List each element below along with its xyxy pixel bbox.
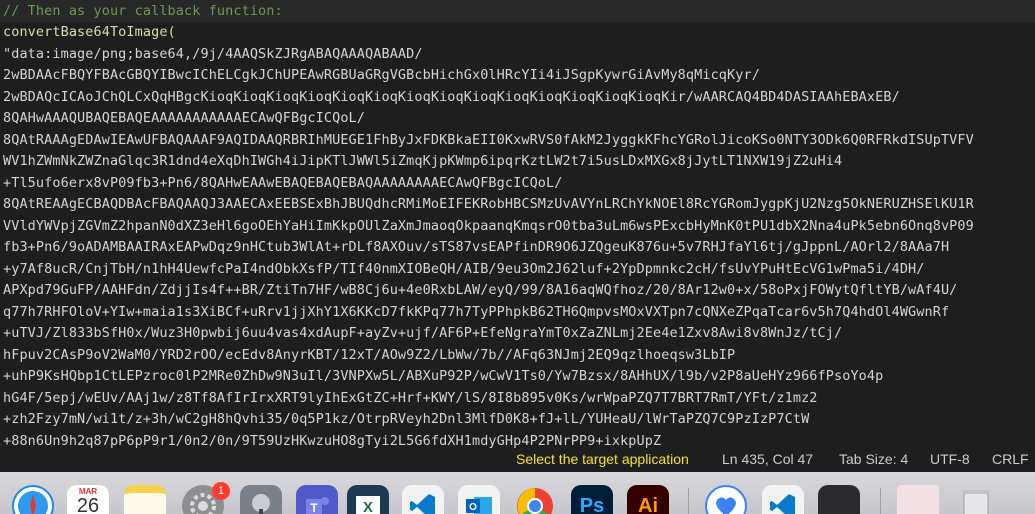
code-line: 8QAtREAAgECBAQDBAcFBAQAAQJ3AAECAxEEBSExB…	[3, 196, 974, 212]
terminal-icon[interactable]	[818, 485, 860, 514]
vscode-icon-2[interactable]	[762, 485, 804, 514]
encoding[interactable]: UTF-8	[930, 451, 970, 467]
code-line: +88n6Un9h2q87pP6pP9r1/0n2/0n/9T59UzHKwzu…	[3, 432, 662, 449]
health-app-icon[interactable]	[705, 485, 747, 514]
automator-icon[interactable]	[240, 485, 282, 514]
code-line: +Tl5ufo6erx8vP09fb3+Pn6/8QAHwEAAwEBAQEBA…	[3, 174, 563, 191]
code-line: APXpd79GuFP/AAHFdn/ZdjjIs4f++BR/ZtiTn7HF…	[3, 282, 958, 298]
code-line: hFpuv2CAsP9oV2WaM0/YRD2rOO/ecEdv8AnyrKBT…	[3, 346, 736, 363]
code-line: 2wBDAQcICAoJChQLCxQqHBgcKioqKioqKioqKioq…	[3, 88, 900, 105]
illustrator-icon[interactable]: Ai	[627, 485, 669, 514]
svg-text:T: T	[310, 501, 318, 514]
tab-size[interactable]: Tab Size: 4	[839, 451, 908, 467]
code-editor[interactable]: // Then as your callback function: conve…	[0, 0, 1035, 448]
calendar-icon[interactable]: MAR 26	[67, 485, 109, 514]
document-icon[interactable]	[897, 485, 939, 514]
dock: MAR 26 1 T X O Ps Ai	[0, 472, 1035, 514]
chrome-icon[interactable]	[514, 485, 556, 514]
notes-icon[interactable]	[124, 485, 166, 514]
line-ending[interactable]: CRLF	[992, 451, 1029, 467]
code-line: "data:image/png;base64,/9j/4AAQSkZJRgABA…	[3, 45, 423, 62]
code-line: hG4F/5epj/wEUv/AAj1w/z8Tf8AfIrIrxXRT9lyI…	[3, 389, 818, 406]
code-line: q77h7RHFOloV+YIw+maia1s3XiBCf+uRrv1jjXhY…	[3, 303, 950, 320]
code-line: VVldYWVpjZGVmZ2hpanN0dXZ3eHl6goOEhYaHiIm…	[3, 217, 974, 234]
code-line: +y7Af8ucR/CnjTbH/n1hH4UewfcPaI4ndObkXsfP…	[3, 260, 925, 277]
code-line: 8QAHwAAAQUBAQEBAQEAAAAAAAAAAAECAwQFBgcIC…	[3, 110, 366, 126]
code-line: 8QAtRAAAgEDAwIEAwUFBAQAAAF9AQIDAAQRBRIhM…	[3, 131, 974, 148]
code-line: +uTVJ/Zl833bSfH0x/Wuz3H0pwbij6uu4vas4xdA…	[3, 325, 843, 341]
code-line: convertBase64ToImage(	[3, 24, 176, 40]
teams-icon[interactable]: T	[296, 485, 338, 514]
photoshop-icon[interactable]: Ps	[571, 485, 613, 514]
code-line: +zh2Fzy7mN/wi1t/z+3h/wC2gH8hQvhi35/0q5P1…	[3, 411, 810, 427]
safari-icon[interactable]	[12, 485, 54, 514]
code-line: 2wBDAAcFBQYFBAcGBQYIBwcIChELCgkJChUPEAwR…	[3, 67, 760, 83]
status-bar: Select the target application Ln 435, Co…	[0, 448, 1035, 472]
code-line: WV1hZWmNkZWZnaGlqc3R1dnd4eXqDhIWGh4iJipK…	[3, 153, 843, 169]
status-message: Select the target application	[516, 451, 689, 467]
excel-icon[interactable]: X	[347, 485, 389, 514]
svg-text:X: X	[363, 499, 373, 514]
code-line: fb3+Pn6/9oADAMBAAIRAxEAPwDqz9nHCtub3WlAt…	[3, 239, 950, 255]
calendar-day: 26	[76, 495, 100, 514]
code-line: // Then as your callback function:	[3, 3, 283, 19]
svg-text:O: O	[469, 502, 477, 513]
cursor-position[interactable]: Ln 435, Col 47	[722, 451, 813, 467]
vscode-icon[interactable]	[402, 485, 444, 514]
code-line: +uhP9KsHQbp1CtLEPzroc0lP2MRe0ZhDw9N3uIl/…	[3, 368, 884, 384]
outlook-icon[interactable]: O	[458, 485, 500, 514]
settings-badge: 1	[212, 482, 230, 500]
trash-icon[interactable]	[955, 485, 997, 514]
dock-separator	[880, 488, 881, 514]
dock-separator	[688, 488, 689, 514]
